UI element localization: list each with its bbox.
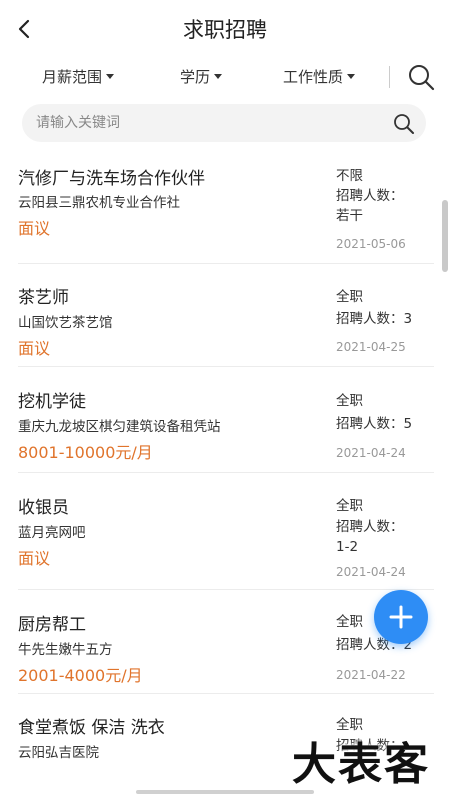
filter-label: 工作性质 (283, 68, 344, 86)
caret-down-icon (347, 74, 356, 79)
job-title: 挖机学徒 (18, 392, 86, 412)
filter-education[interactable]: 学历 (180, 66, 223, 87)
filter-bar: 月薪范围 学历 工作性质 (0, 58, 450, 98)
app-header: 求职招聘 (0, 0, 450, 56)
filter-label: 学历 (180, 68, 211, 86)
post-date: 2021-04-22 (336, 668, 406, 682)
salary: 2001-4000元/月 (18, 666, 143, 685)
company-name: 山国饮艺茶艺馆 (18, 315, 113, 331)
company-name: 牛先生嫩牛五方 (18, 642, 113, 658)
watermark-text: 大表客 (292, 739, 430, 790)
hire-label: 招聘人数： (336, 188, 404, 204)
filter-salary-range[interactable]: 月薪范围 (42, 66, 115, 87)
job-list-item[interactable]: 茶艺师 山国饮艺茶艺馆 面议 全职 招聘人数：3 2021-04-25 (18, 264, 434, 367)
hire-count: 招聘人数： 1-2 (336, 517, 404, 557)
salary: 面议 (18, 219, 51, 238)
divider (389, 66, 390, 88)
hire-count: 招聘人数： 若干 (336, 186, 404, 226)
job-title: 收银员 (18, 498, 69, 518)
job-title: 汽修厂与洗车场合作伙伴 (18, 169, 205, 189)
hire-count-value: 若干 (336, 208, 363, 224)
job-title: 食堂煮饭 保洁 洗衣 (18, 718, 165, 738)
search-icon (409, 65, 435, 91)
plus-icon (389, 605, 413, 629)
job-list: 汽修厂与洗车场合作伙伴 云阳县三鼎农机专业合作社 面议 不限 招聘人数： 若干 … (0, 152, 450, 800)
page-title: 求职招聘 (183, 18, 267, 42)
search-icon (394, 114, 414, 134)
hire-label: 招聘人数： (336, 416, 404, 432)
company-name: 重庆九龙坡区棋匀建筑设备租凭站 (18, 419, 221, 435)
hire-count: 招聘人数：3 (336, 309, 412, 329)
job-list-item[interactable]: 收银员 蓝月亮网吧 面议 全职 招聘人数： 1-2 2021-04-24 (18, 473, 434, 590)
scrollbar[interactable] (442, 200, 448, 272)
search-button[interactable] (392, 112, 416, 136)
company-name: 云阳弘吉医院 (18, 745, 99, 761)
salary: 面议 (18, 549, 51, 568)
search-input[interactable] (36, 104, 376, 142)
hire-count-value: 5 (403, 416, 413, 432)
filter-search-button[interactable] (406, 62, 436, 92)
filter-label: 月薪范围 (42, 68, 103, 86)
job-list-item[interactable]: 挖机学徒 重庆九龙坡区棋匀建筑设备租凭站 8001-10000元/月 全职 招聘… (18, 367, 434, 473)
post-date: 2021-04-24 (336, 446, 406, 460)
hire-label: 招聘人数： (336, 519, 404, 535)
salary: 8001-10000元/月 (18, 443, 153, 462)
hire-label: 招聘人数： (336, 311, 404, 327)
watermark: 大表客 (292, 728, 442, 790)
post-date: 2021-05-06 (336, 237, 406, 251)
hire-count-value: 3 (403, 311, 413, 327)
post-date: 2021-04-25 (336, 340, 406, 354)
job-title: 厨房帮工 (18, 615, 86, 635)
hire-count-value: 1-2 (336, 539, 359, 555)
job-list-item[interactable]: 厨房帮工 牛先生嫩牛五方 2001-4000元/月 全职 招聘人数：2 2021… (18, 590, 434, 694)
salary: 面议 (18, 339, 51, 358)
job-type: 全职 (336, 614, 363, 630)
job-list-item[interactable]: 汽修厂与洗车场合作伙伴 云阳县三鼎农机专业合作社 面议 不限 招聘人数： 若干 … (18, 152, 434, 264)
search-bar (22, 104, 426, 142)
job-type: 全职 (336, 498, 363, 514)
job-title: 茶艺师 (18, 288, 69, 308)
add-post-button[interactable] (374, 590, 428, 644)
job-type: 全职 (336, 289, 363, 305)
job-type: 全职 (336, 393, 363, 409)
post-date: 2021-04-24 (336, 565, 406, 579)
hire-count: 招聘人数：5 (336, 414, 412, 434)
company-name: 云阳县三鼎农机专业合作社 (18, 195, 180, 211)
filter-job-type[interactable]: 工作性质 (283, 66, 356, 87)
caret-down-icon (214, 74, 223, 79)
home-indicator[interactable] (136, 790, 314, 794)
caret-down-icon (106, 74, 115, 79)
company-name: 蓝月亮网吧 (18, 525, 86, 541)
job-type: 不限 (336, 168, 363, 184)
